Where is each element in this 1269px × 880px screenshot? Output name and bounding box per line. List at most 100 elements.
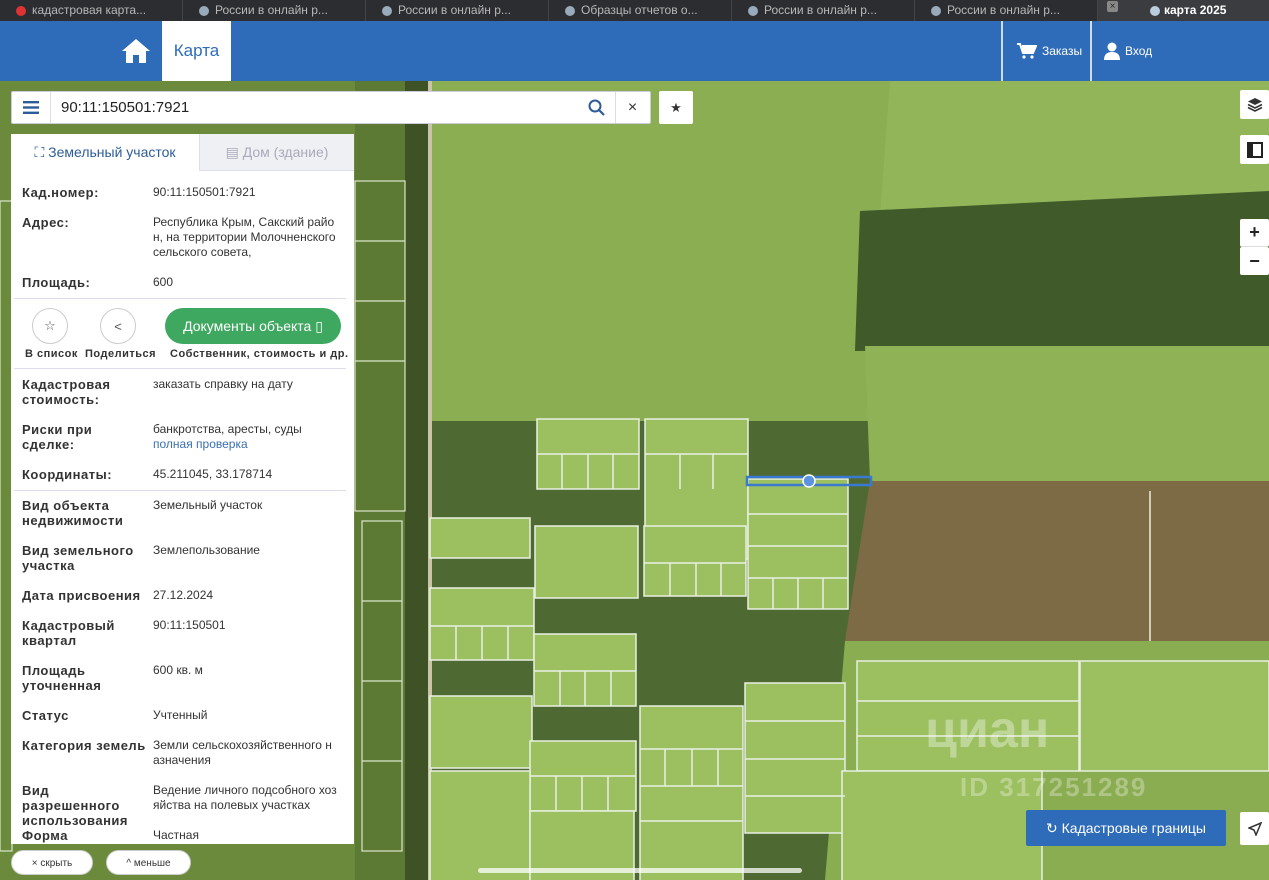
search-box: 90:11:150501:7921 × <box>11 91 651 124</box>
detail-label: Статус <box>22 708 69 723</box>
cart-icon <box>1017 43 1037 59</box>
zoom-out-button[interactable]: − <box>1240 247 1269 275</box>
cad-cost-link[interactable]: заказать справку на дату <box>153 377 337 392</box>
detail-row: Вид земельного участка Землепользование <box>22 543 347 575</box>
detail-label: Дата присвоения <box>22 588 141 603</box>
hide-panel-button[interactable]: × скрыть <box>11 850 93 875</box>
browser-tab-title: Образцы отчетов о... <box>581 3 698 17</box>
divider <box>14 490 346 491</box>
less-label: меньше <box>133 858 171 869</box>
menu-button[interactable] <box>12 92 51 123</box>
document-icon: ▯ <box>315 318 323 334</box>
collapse-panel-button[interactable]: ^ меньше <box>106 850 191 875</box>
browser-tab[interactable]: России в онлайн р... <box>915 0 1098 21</box>
tab-building-label: Дом (здание) <box>242 144 329 160</box>
row-address: Адрес: Республика Крым, Сакский райо н, … <box>22 215 347 263</box>
favicon-icon <box>199 6 209 16</box>
risks-value: банкротства, аресты, суды полная проверк… <box>153 422 337 452</box>
detail-row: Дата присвоения 27.12.2024 <box>22 588 347 604</box>
detail-label: Вид объекта недвижимости <box>22 498 124 528</box>
detail-row: Форма Частная <box>22 828 347 844</box>
browser-tab-active[interactable]: карта 2025 <box>1098 0 1269 21</box>
yandex-icon <box>16 6 26 16</box>
land-plot-icon: ⛶ <box>34 144 49 160</box>
ruler-button[interactable] <box>1240 135 1269 164</box>
detail-label: Форма <box>22 828 68 843</box>
user-icon <box>1104 42 1120 60</box>
browser-tab[interactable]: России в онлайн р... <box>183 0 366 21</box>
star-outline-icon: ☆ <box>44 318 56 333</box>
login-label: Вход <box>1125 44 1153 58</box>
navigation-arrow-icon <box>1247 821 1262 836</box>
layers-icon <box>1247 98 1262 112</box>
star-icon: ★ <box>670 100 682 115</box>
favicon-icon <box>931 6 941 16</box>
full-check-link[interactable]: полная проверка <box>153 437 337 452</box>
app-root: кадастровая карта... России в онлайн р..… <box>0 0 1269 880</box>
add-to-list-button[interactable]: ☆ <box>32 308 68 344</box>
tab-building[interactable]: ▤ Дом (здание) <box>199 134 354 171</box>
favicon-icon <box>565 6 575 16</box>
cad-number-label: Кад.номер: <box>22 185 99 200</box>
search-icon[interactable] <box>588 99 605 116</box>
browser-tab[interactable]: России в онлайн р... <box>366 0 549 21</box>
detail-row: Вид разрешенного использования Ведение ли… <box>22 783 347 828</box>
object-documents-button[interactable]: Документы объекта ▯ <box>165 308 341 344</box>
site-header: Карта Заказы Вход <box>0 21 1269 81</box>
home-icon <box>122 39 150 63</box>
browser-tab[interactable]: кадастровая карта... <box>0 0 183 21</box>
row-risks: Риски при сделке: банкротства, аресты, с… <box>22 422 347 454</box>
orders-label: Заказы <box>1042 44 1083 58</box>
share-button[interactable]: < <box>100 308 136 344</box>
home-button[interactable] <box>110 21 162 81</box>
horizontal-scrollbar[interactable] <box>478 868 802 873</box>
tab-land-plot[interactable]: ⛶ Земельный участок <box>11 134 199 171</box>
object-documents-sublabel: Собственник, стоимость и др. <box>170 348 349 360</box>
area-label: Площадь: <box>22 275 91 290</box>
detail-row: Кадастровый квартал 90:11:150501 <box>22 618 347 650</box>
hamburger-icon <box>23 101 39 114</box>
browser-tab-title: карта 2025 <box>1164 3 1227 17</box>
favicon-icon <box>1150 6 1160 16</box>
detail-value: Ведение личного подсобного хоз яйства на… <box>153 783 337 812</box>
detail-value: Учтенный <box>153 708 208 722</box>
info-panel: ⛶ Земельный участок ▤ Дом (здание) Кад.н… <box>11 134 354 844</box>
browser-tab[interactable]: Образцы отчетов о... <box>549 0 732 21</box>
detail-value: 600 кв. м <box>153 663 203 677</box>
risks-label: Риски при сделке: <box>22 422 93 452</box>
detail-row: Категория земель Земли сельскохозяйственн… <box>22 738 347 770</box>
detail-label: Площадь уточненная <box>22 663 102 693</box>
hide-label: скрыть <box>40 858 73 869</box>
browser-tab[interactable]: России в онлайн р... <box>732 0 915 21</box>
row-coordinates: Координаты: 45.211045, 33.178714 <box>22 467 347 483</box>
detail-value: 27.12.2024 <box>153 588 214 602</box>
row-area: Площадь: 600 <box>22 275 347 291</box>
share-icon: < <box>114 318 122 334</box>
favicon-icon <box>382 6 392 16</box>
clear-search-icon[interactable]: × <box>615 92 649 123</box>
favicon-icon <box>748 6 758 16</box>
object-documents-label: Документы объекта <box>183 318 312 334</box>
orders-button[interactable]: Заказы <box>1001 21 1090 81</box>
divider <box>14 368 346 369</box>
detail-value: Земельный участок <box>153 498 263 512</box>
zoom-in-button[interactable]: + <box>1240 219 1269 247</box>
tab-map[interactable]: Карта <box>162 21 231 81</box>
browser-tab-bar: кадастровая карта... России в онлайн р..… <box>0 0 1269 21</box>
close-tab-icon[interactable]: × <box>1107 1 1118 12</box>
favorites-button[interactable]: ★ <box>659 91 693 124</box>
login-button[interactable]: Вход <box>1090 21 1160 81</box>
watermark-brand: циан <box>925 701 1050 759</box>
cadastral-borders-button[interactable]: ↻ Кадастровые границы <box>1026 810 1226 846</box>
cad-cost-label: Кадастровая стоимость: <box>22 377 111 407</box>
detail-row: Вид объекта недвижимости Земельный участо… <box>22 498 347 530</box>
cad-number-link[interactable]: 90:11:150501:7921 <box>153 185 337 200</box>
browser-tab-title: России в онлайн р... <box>764 3 877 17</box>
add-to-list-label: В список <box>25 348 78 360</box>
browser-tab-title: России в онлайн р... <box>215 3 328 17</box>
geolocate-button[interactable] <box>1240 812 1269 845</box>
detail-value: Земли сельскохозяйственного н азначения <box>153 738 332 767</box>
layers-button[interactable] <box>1240 90 1269 119</box>
panel-tabs: ⛶ Земельный участок ▤ Дом (здание) <box>11 134 354 171</box>
search-input[interactable]: 90:11:150501:7921 <box>61 92 189 123</box>
